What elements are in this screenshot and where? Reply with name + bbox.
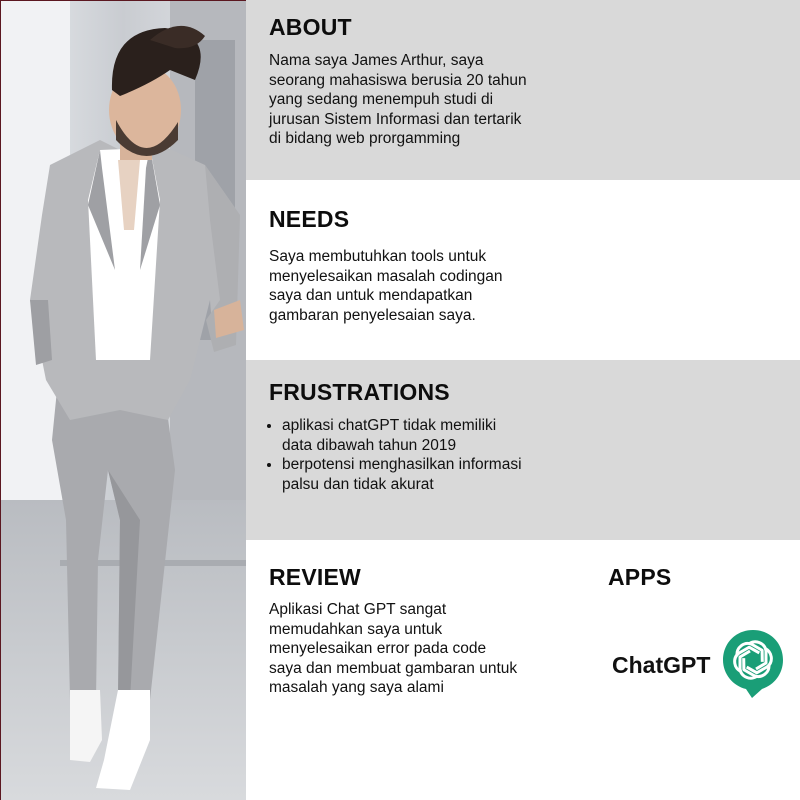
openai-logo-icon[interactable] xyxy=(722,629,784,699)
frustrations-section: FRUSTRATIONS aplikasi chatGPT tidak memi… xyxy=(246,360,800,540)
needs-text: Saya membutuhkan tools untuk menyelesaik… xyxy=(269,248,503,324)
about-text: Nama saya James Arthur, saya seorang mah… xyxy=(269,52,527,147)
needs-section: NEEDS Saya membutuhkan tools untuk menye… xyxy=(246,180,800,360)
needs-heading: NEEDS xyxy=(269,206,350,232)
frustrations-heading: FRUSTRATIONS xyxy=(269,379,450,405)
review-section: REVIEW Aplikasi Chat GPT sangat memudahk… xyxy=(246,540,800,800)
about-heading: ABOUT xyxy=(269,14,352,40)
frustration-item: aplikasi chatGPT tidak memiliki data dib… xyxy=(282,416,522,455)
review-text: Aplikasi Chat GPT sangat memudahkan saya… xyxy=(269,601,518,696)
frustrations-list: aplikasi chatGPT tidak memiliki data dib… xyxy=(268,416,522,494)
photo-left-border xyxy=(0,0,1,800)
frustration-item: berpotensi menghasilkan informasi palsu … xyxy=(282,455,522,494)
chatgpt-label: ChatGPT xyxy=(612,652,711,678)
about-section: ABOUT Nama saya James Arthur, saya seora… xyxy=(246,0,800,180)
persona-photo-illustration xyxy=(0,0,246,800)
persona-photo xyxy=(0,0,246,800)
photo-top-border xyxy=(0,0,246,1)
apps-heading: APPS xyxy=(608,564,672,590)
review-heading: REVIEW xyxy=(269,564,361,590)
